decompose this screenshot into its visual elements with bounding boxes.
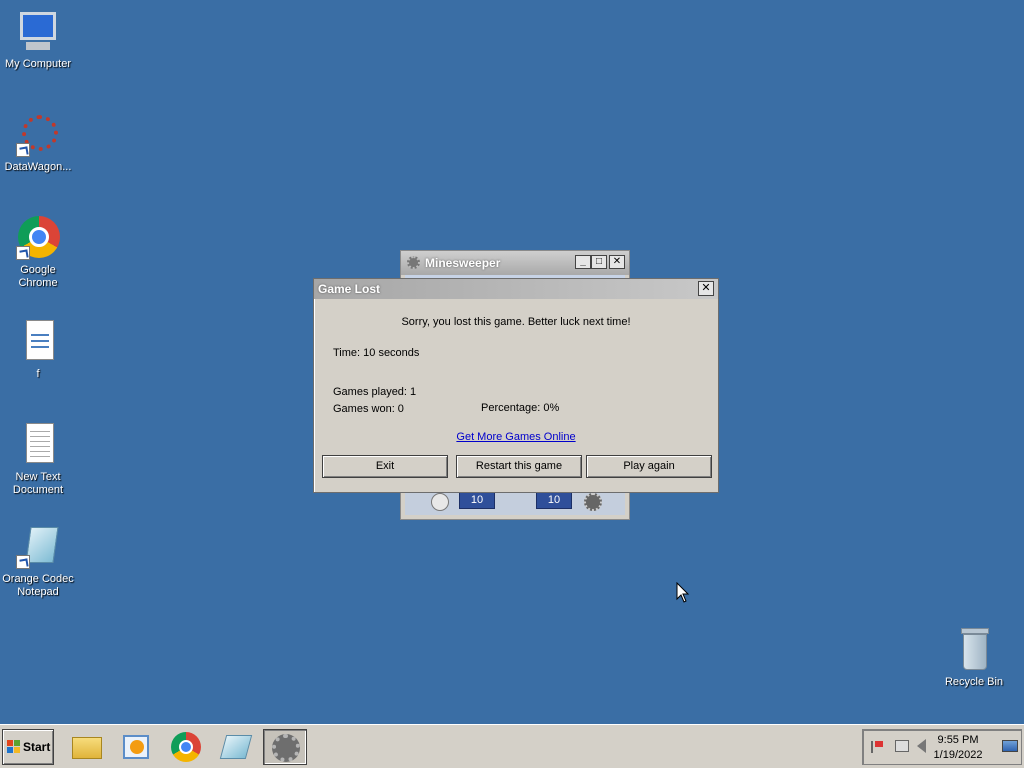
chrome-icon — [16, 216, 60, 260]
document-icon — [16, 320, 60, 364]
shortcut-arrow-icon — [16, 143, 30, 157]
notepad-icon — [219, 735, 253, 759]
time-counter: 10 — [459, 491, 495, 509]
desktop-icon-label: New Text Document — [12, 471, 64, 496]
mines-counter: 10 — [536, 491, 572, 509]
time-stat: Time: 10 seconds — [333, 347, 420, 359]
minesweeper-titlebar[interactable]: Minesweeper _ □ ✕ — [401, 251, 629, 275]
desktop-icon-label: Google Chrome — [18, 264, 58, 289]
minimize-button[interactable]: _ — [575, 255, 591, 269]
desktop-icon-new-text-document[interactable]: New Text Document — [0, 423, 76, 497]
gear-icon — [407, 256, 420, 269]
folder-icon — [72, 737, 102, 759]
start-button[interactable]: Start — [2, 729, 54, 765]
games-played-stat: Games played: 1 — [333, 386, 417, 398]
network-icon[interactable] — [895, 740, 909, 752]
media-player-icon — [123, 735, 149, 759]
shortcut-arrow-icon — [16, 555, 30, 569]
taskbar-minesweeper[interactable] — [263, 729, 307, 765]
text-file-icon — [16, 423, 60, 467]
taskbar: Start 9:55 PM 1/19/2022 — [0, 724, 1024, 768]
system-tray: 9:55 PM 1/19/2022 — [862, 729, 1022, 765]
close-button[interactable]: ✕ — [698, 281, 714, 296]
exit-button[interactable]: Exit — [322, 455, 448, 478]
shortcut-arrow-icon — [16, 246, 30, 260]
desktop-icon-label: Orange Codec Notepad — [2, 573, 74, 598]
start-label: Start — [23, 740, 51, 754]
clock-date[interactable]: 1/19/2022 — [923, 749, 993, 761]
close-button[interactable]: ✕ — [609, 255, 625, 269]
datawagon-icon — [16, 113, 60, 157]
lost-message: Sorry, you lost this game. Better luck n… — [401, 316, 631, 328]
desktop-icon-google-chrome[interactable]: Google Chrome — [0, 216, 76, 290]
taskbar-media-player[interactable] — [114, 729, 158, 765]
games-won-stat: Games won: 0 — [333, 403, 404, 415]
mine-icon — [584, 493, 602, 511]
dialog-title: Game Lost — [318, 282, 381, 296]
desktop-icon-my-computer[interactable]: My Computer — [0, 10, 76, 71]
get-more-games-link[interactable]: Get More Games Online — [456, 431, 575, 443]
desktop-icon-label: Recycle Bin — [944, 676, 1004, 688]
taskbar-explorer[interactable] — [64, 729, 108, 765]
more-games-link-wrap: Get More Games Online — [314, 431, 718, 443]
percentage-stat: Percentage: 0% — [481, 402, 560, 414]
taskbar-chrome[interactable] — [164, 729, 208, 765]
desktop-icon-orange-codec-notepad[interactable]: Orange Codec Notepad — [0, 525, 76, 599]
gear-icon — [272, 734, 300, 762]
computer-icon — [16, 10, 60, 54]
desktop-icon-label: My Computer — [4, 58, 72, 70]
restart-game-button[interactable]: Restart this game — [456, 455, 582, 478]
mouse-cursor-icon — [676, 582, 690, 603]
notepad-icon — [16, 525, 60, 569]
stopwatch-icon — [431, 493, 449, 511]
show-desktop-icon[interactable] — [1002, 740, 1018, 752]
action-center-flag-icon[interactable] — [871, 741, 883, 753]
desktop-icon-label: f — [36, 368, 40, 380]
desktop-icon-datawagon[interactable]: DataWagon... — [0, 113, 76, 174]
desktop-icon-f[interactable]: f — [0, 320, 76, 381]
window-title: Minesweeper — [425, 256, 501, 270]
taskbar-notepad[interactable] — [214, 729, 258, 765]
game-lost-dialog: Game Lost ✕ Sorry, you lost this game. B… — [313, 278, 719, 493]
dialog-titlebar[interactable]: Game Lost ✕ — [314, 279, 718, 299]
play-again-button[interactable]: Play again — [586, 455, 712, 478]
maximize-button[interactable]: □ — [591, 255, 607, 269]
desktop-icon-recycle-bin[interactable]: Recycle Bin — [936, 628, 1012, 689]
desktop-icon-label: DataWagon... — [4, 161, 72, 173]
windows-logo-icon — [7, 740, 20, 753]
clock-time[interactable]: 9:55 PM — [923, 734, 993, 746]
recycle-bin-icon — [952, 628, 996, 672]
